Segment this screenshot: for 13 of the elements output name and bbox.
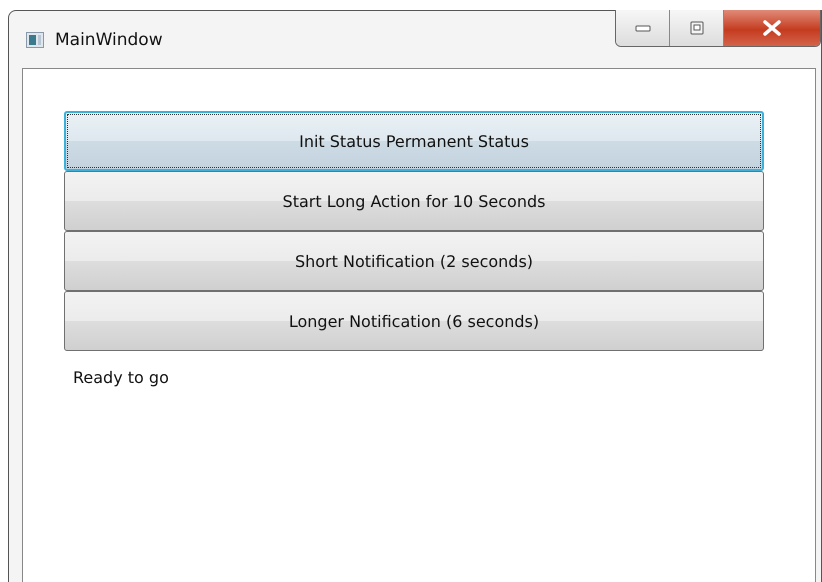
maximize-icon bbox=[688, 20, 704, 36]
maximize-button[interactable] bbox=[670, 10, 724, 46]
window-icon bbox=[26, 32, 44, 48]
action-button[interactable]: Longer Notification (6 seconds) bbox=[64, 291, 764, 351]
minimize-icon bbox=[634, 24, 650, 32]
close-button[interactable] bbox=[724, 10, 820, 46]
close-icon bbox=[761, 20, 783, 36]
action-button[interactable]: Start Long Action for 10 Seconds bbox=[64, 171, 764, 231]
action-button[interactable]: Init Status Permanent Status bbox=[64, 111, 764, 171]
minimize-button[interactable] bbox=[616, 10, 670, 46]
action-button[interactable]: Short Notification (2 seconds) bbox=[64, 231, 764, 291]
status-text: Ready to go bbox=[73, 368, 169, 387]
window-title: MainWindow bbox=[55, 30, 163, 50]
